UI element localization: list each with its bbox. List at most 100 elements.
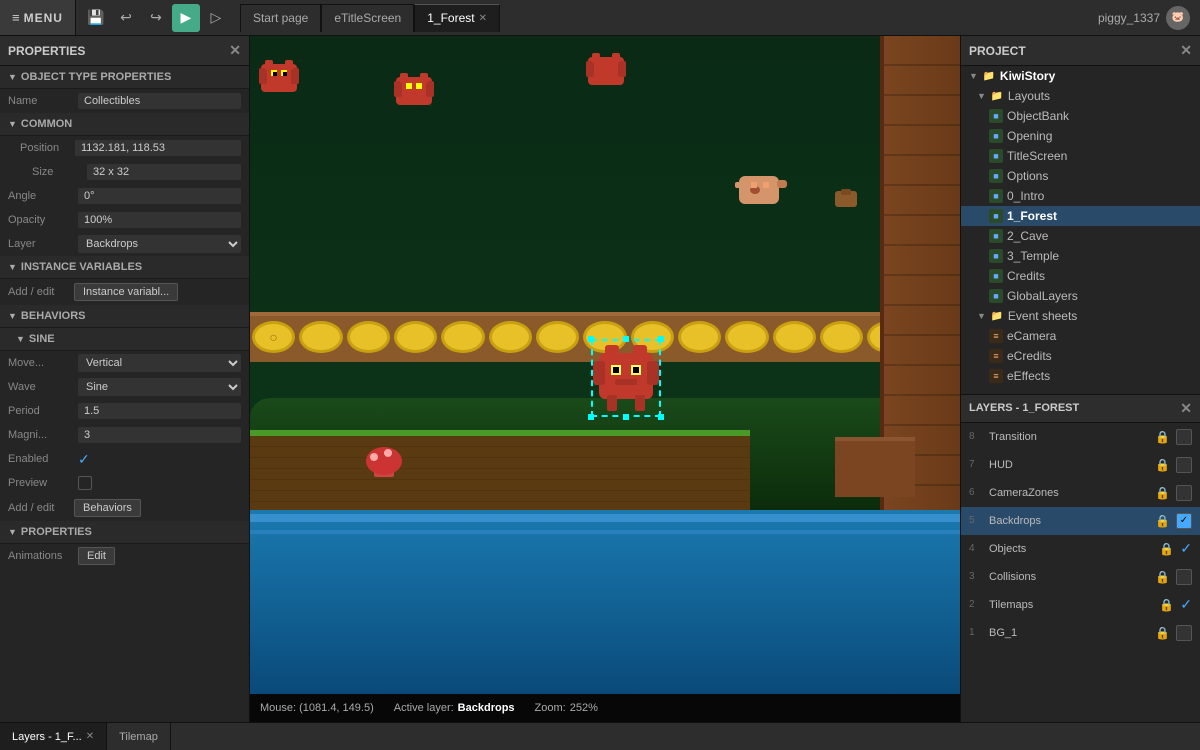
section-sine[interactable]: ▼ SINE	[0, 328, 249, 351]
project-root[interactable]: ▼ 📁 KiwiStory	[961, 66, 1200, 86]
main-area: PROPERTIES ✕ ▼ OBJECT TYPE PROPERTIES Na…	[0, 36, 1200, 722]
layout-3temple[interactable]: ■ 3_Temple	[961, 246, 1200, 266]
common-arrow-icon: ▼	[8, 119, 17, 129]
water-surface	[250, 514, 960, 522]
layout-globallayers[interactable]: ■ GlobalLayers	[961, 286, 1200, 306]
event-eeffects[interactable]: ≡ eEffects	[961, 366, 1200, 386]
section-sine-label: SINE	[29, 333, 55, 345]
events-folder[interactable]: ▼ 📁 Event sheets	[961, 306, 1200, 326]
coin	[489, 321, 532, 353]
layer-row-1[interactable]: 1 BG_1 🔒	[961, 619, 1200, 647]
layer-row-8[interactable]: 8 Transition 🔒	[961, 423, 1200, 451]
layer-row-4[interactable]: 4 Objects 🔒 ✓	[961, 535, 1200, 563]
game-canvas[interactable]: ○	[250, 36, 960, 694]
layout-opening[interactable]: ■ Opening	[961, 126, 1200, 146]
section-common[interactable]: ▼ COMMON	[0, 113, 249, 136]
name-property-row: Name Collectibles	[0, 89, 249, 113]
bottom-tab-layers[interactable]: Layers - 1_F... ✕	[0, 723, 107, 750]
enabled-checkbox[interactable]: ✓	[78, 451, 90, 468]
project-close-button[interactable]: ✕	[1180, 42, 1192, 59]
layout-objectbank[interactable]: ■ ObjectBank	[961, 106, 1200, 126]
layer-row-2[interactable]: 2 Tilemaps 🔒 ✓	[961, 591, 1200, 619]
layout-1forest-label: 1_Forest	[1007, 209, 1057, 223]
root-arrow-icon: ▼	[969, 71, 978, 81]
layer-6-vis[interactable]	[1176, 485, 1192, 501]
angle-row: Angle 0°	[0, 184, 249, 208]
properties-panel-header: PROPERTIES ✕	[0, 36, 249, 66]
behaviors-button[interactable]: Behaviors	[74, 499, 141, 517]
layouts-folder[interactable]: ▼ 📁 Layouts	[961, 86, 1200, 106]
layer-select[interactable]: Backdrops Objects HUD	[78, 235, 241, 253]
layer-2-lock-icon: 🔒	[1159, 598, 1174, 612]
event-ecredits[interactable]: ≡ eCredits	[961, 346, 1200, 366]
layout-1forest[interactable]: ■ 1_Forest	[961, 206, 1200, 226]
layer-3-num: 3	[969, 571, 983, 582]
undo-button[interactable]: ↩	[112, 4, 140, 32]
angle-value[interactable]: 0°	[78, 188, 241, 204]
debug-button[interactable]: ▷	[202, 4, 230, 32]
magni-value[interactable]: 3	[78, 427, 241, 443]
layer-1-vis[interactable]	[1176, 625, 1192, 641]
layout-options[interactable]: ■ Options	[961, 166, 1200, 186]
layer-8-vis[interactable]	[1176, 429, 1192, 445]
layer-row-6[interactable]: 6 CameraZones 🔒	[961, 479, 1200, 507]
layout-credits[interactable]: ■ Credits	[961, 266, 1200, 286]
properties-title: PROPERTIES	[8, 44, 85, 58]
name-value[interactable]: Collectibles	[78, 93, 241, 109]
opacity-value[interactable]: 100%	[78, 212, 241, 228]
layer-6-lock-icon: 🔒	[1155, 486, 1170, 500]
animations-row: Animations Edit	[0, 544, 249, 568]
event-ecamera[interactable]: ≡ eCamera	[961, 326, 1200, 346]
position-row: Position 1132.181, 118.53	[0, 136, 249, 160]
layer-3-lock-icon: 🔒	[1155, 570, 1170, 584]
preview-checkbox[interactable]	[78, 476, 92, 490]
right-panel: PROJECT ✕ ▼ 📁 KiwiStory ▼ 📁 Layouts ■ Ob…	[960, 36, 1200, 722]
layer-row-5[interactable]: 5 Backdrops 🔒 ✓	[961, 507, 1200, 535]
section-object-type[interactable]: ▼ OBJECT TYPE PROPERTIES	[0, 66, 249, 89]
redo-button[interactable]: ↪	[142, 4, 170, 32]
layer-5-vis[interactable]: ✓	[1176, 513, 1192, 529]
properties-close-button[interactable]: ✕	[229, 42, 241, 59]
layers-close-button[interactable]: ✕	[1180, 400, 1192, 417]
bottom-tab-tilemap[interactable]: Tilemap	[107, 723, 171, 750]
layout-0intro[interactable]: ■ 0_Intro	[961, 186, 1200, 206]
tab-forest-close[interactable]: ✕	[479, 13, 487, 24]
section-properties-sub[interactable]: ▼ PROPERTIES	[0, 521, 249, 544]
layer-row-3[interactable]: 3 Collisions 🔒	[961, 563, 1200, 591]
instance-vars-button[interactable]: Instance variabl...	[74, 283, 178, 301]
layer-label: Layer	[8, 238, 78, 250]
position-value[interactable]: 1132.181, 118.53	[75, 140, 241, 156]
layout-credits-label: Credits	[1007, 269, 1045, 283]
layer-row-7[interactable]: 7 HUD 🔒	[961, 451, 1200, 479]
layer-8-num: 8	[969, 431, 983, 442]
move-select[interactable]: Vertical Horizontal	[78, 354, 241, 372]
layer-7-vis[interactable]	[1176, 457, 1192, 473]
events-arrow-icon: ▼	[977, 311, 986, 321]
layout-opening-label: Opening	[1007, 129, 1052, 143]
layout-2cave[interactable]: ■ 2_Cave	[961, 226, 1200, 246]
layout-3temple-label: 3_Temple	[1007, 249, 1059, 263]
size-value[interactable]: 32 x 32	[87, 164, 241, 180]
events-folder-icon: 📁	[990, 309, 1004, 323]
section-instance-vars-label: INSTANCE VARIABLES	[21, 261, 142, 273]
layout-globallayers-label: GlobalLayers	[1007, 289, 1078, 303]
section-behaviors[interactable]: ▼ BEHAVIORS	[0, 305, 249, 328]
tab-start-page[interactable]: Start page	[240, 4, 321, 32]
tab-1forest[interactable]: 1_Forest ✕	[414, 4, 500, 32]
layer-3-vis[interactable]	[1176, 569, 1192, 585]
menu-button[interactable]: ≡ MENU	[0, 0, 76, 35]
bottom-tab-layers-close[interactable]: ✕	[86, 731, 94, 742]
save-button[interactable]: 💾	[82, 4, 110, 32]
layer-5-num: 5	[969, 515, 983, 526]
wave-select[interactable]: Sine Triangle	[78, 378, 241, 396]
play-button[interactable]: ▶	[172, 4, 200, 32]
edit-button[interactable]: Edit	[78, 547, 115, 565]
selection-border	[591, 339, 661, 417]
section-instance-vars[interactable]: ▼ INSTANCE VARIABLES	[0, 256, 249, 279]
layout-icon-opening: ■	[989, 129, 1003, 143]
period-value[interactable]: 1.5	[78, 403, 241, 419]
magni-row: Magni... 3	[0, 423, 249, 447]
tab-etitlescreen[interactable]: eTitleScreen	[321, 4, 414, 32]
avatar: 🐷	[1166, 6, 1190, 30]
layout-titlescreen[interactable]: ■ TitleScreen	[961, 146, 1200, 166]
